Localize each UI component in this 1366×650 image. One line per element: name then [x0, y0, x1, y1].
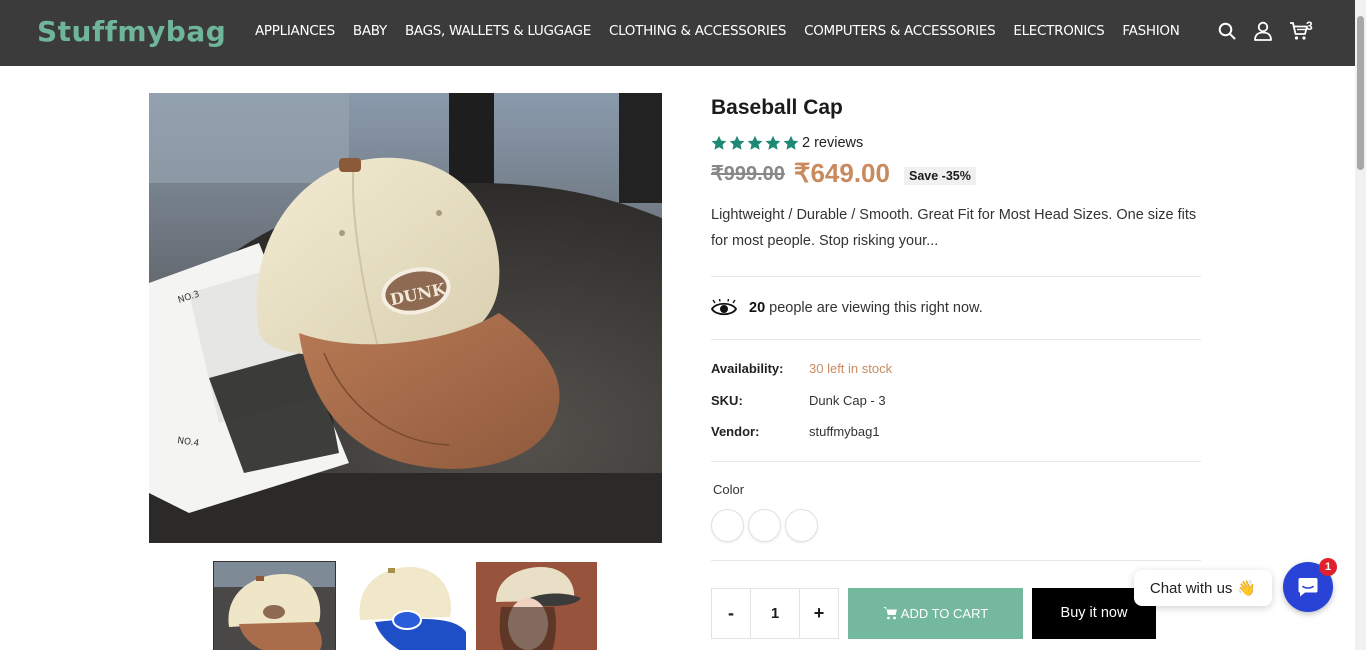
save-badge: Save -35%	[903, 167, 976, 185]
star-rating	[711, 135, 799, 151]
chat-unread-badge: 1	[1319, 558, 1337, 576]
cart-icon	[883, 607, 897, 620]
user-icon[interactable]	[1252, 20, 1274, 42]
eye-icon	[711, 299, 737, 316]
sku-label: SKU:	[711, 392, 743, 408]
nav-clothing[interactable]: CLOTHING & ACCESSORIES	[609, 23, 786, 39]
color-swatch-1[interactable]	[712, 509, 743, 541]
live-viewers: 20 people are viewing this right now.	[711, 277, 1201, 339]
price-row: ₹999.00 ₹649.00 Save -35%	[711, 156, 1201, 190]
quantity-increase-button[interactable]: +	[800, 588, 838, 638]
main-nav: APPLIANCES BABY BAGS, WALLETS & LUGGAGE …	[255, 23, 1180, 39]
color-swatches	[712, 509, 1201, 543]
color-swatch-3[interactable]	[786, 509, 817, 541]
availability-value: 30 left in stock	[809, 361, 893, 377]
sku-value: Dunk Cap - 3	[809, 392, 886, 408]
chat-prompt-label: Chat with us	[1149, 579, 1233, 597]
reviews-count[interactable]: 2 reviews	[802, 135, 863, 151]
purchase-actions: - 1 + ADD TO CART Buy it now	[711, 587, 1201, 639]
viewers-count: 20	[749, 300, 766, 316]
site-logo[interactable]: Stuffmybag	[37, 15, 226, 48]
product-title: Baseball Cap	[711, 96, 843, 119]
quantity-stepper: - 1 +	[711, 587, 839, 639]
thumbnail-strip	[213, 561, 597, 650]
search-icon[interactable]	[1216, 20, 1238, 42]
wave-icon: 👋	[1237, 580, 1257, 597]
chat-prompt[interactable]: Chat with us 👋	[1134, 570, 1272, 606]
chat-icon	[1298, 578, 1318, 597]
divider	[711, 559, 1201, 561]
nav-bags[interactable]: BAGS, WALLETS & LUGGAGE	[405, 23, 591, 39]
star-icon	[765, 135, 781, 150]
vendor-label: Vendor:	[711, 424, 760, 440]
nav-appliances[interactable]: APPLIANCES	[255, 23, 335, 39]
star-icon	[783, 135, 799, 150]
site-header: Stuffmybag APPLIANCES BABY BAGS, WALLETS…	[0, 0, 1366, 66]
header-icons	[1216, 20, 1310, 42]
thumbnail-1[interactable]	[213, 561, 336, 650]
sku-row: SKU: Dunk Cap - 3	[711, 385, 1201, 417]
vendor-row: Vendor: stuffmybag1	[711, 416, 1201, 448]
quantity-input[interactable]: 1	[750, 588, 800, 638]
sale-price: ₹649.00	[793, 157, 890, 188]
star-icon	[747, 135, 763, 150]
quantity-decrease-button[interactable]: -	[712, 588, 750, 638]
scrollbar-thumb[interactable]	[1357, 16, 1364, 170]
viewers-text: people are viewing this right now.	[769, 300, 983, 316]
nav-fashion[interactable]: FASHION	[1122, 23, 1179, 39]
product-description: Lightweight / Durable / Smooth. Great Fi…	[711, 207, 1197, 249]
cap-photo: NO.3 NO.4 DUNK	[149, 93, 662, 543]
availability-label: Availability:	[711, 361, 784, 377]
product-info: Baseball Cap 2 reviews ₹999.00 ₹649.00 S…	[711, 93, 1201, 639]
nav-electronics[interactable]: ELECTRONICS	[1013, 23, 1104, 39]
product-main-image[interactable]: NO.3 NO.4 DUNK	[149, 93, 662, 543]
compare-price: ₹999.00	[711, 162, 785, 185]
rating-row[interactable]: 2 reviews	[711, 134, 1201, 152]
nav-computers[interactable]: COMPUTERS & ACCESSORIES	[804, 23, 996, 39]
availability-row: Availability: 30 left in stock	[711, 353, 1201, 385]
product-meta: Availability: 30 left in stock SKU: Dunk…	[711, 340, 1201, 461]
color-swatch-2[interactable]	[749, 509, 780, 541]
divider	[711, 460, 1201, 462]
vendor-value: stuffmybag1	[809, 424, 880, 440]
color-label: Color	[713, 481, 745, 497]
add-to-cart-button[interactable]: ADD TO CART	[848, 587, 1023, 639]
add-to-cart-label: ADD TO CART	[900, 605, 989, 621]
thumbnail-3[interactable]	[476, 562, 597, 650]
star-icon	[711, 135, 727, 150]
cart-count-badge: 3	[1306, 19, 1313, 33]
star-icon	[729, 135, 745, 150]
nav-baby[interactable]: BABY	[353, 23, 387, 39]
thumbnail-2[interactable]	[345, 562, 466, 650]
page-scrollbar[interactable]	[1355, 0, 1366, 650]
